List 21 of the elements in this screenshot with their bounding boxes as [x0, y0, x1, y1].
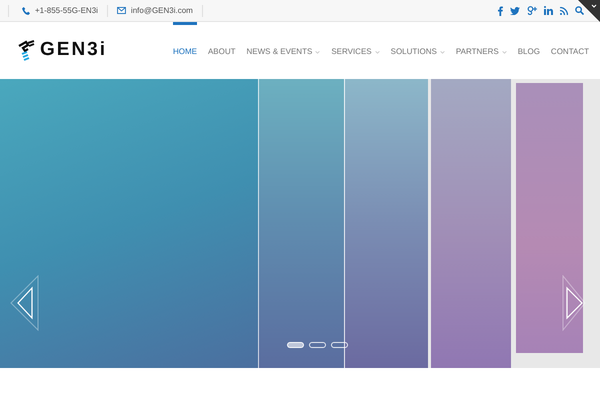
nav-link[interactable]: ABOUT	[208, 22, 236, 79]
nav-link[interactable]: CONTACT	[550, 22, 589, 79]
phone-icon	[22, 6, 30, 14]
next-arrow[interactable]	[562, 275, 586, 331]
linkedin-icon[interactable]	[544, 6, 553, 15]
search-icon[interactable]	[575, 6, 584, 15]
google-plus-icon[interactable]	[527, 6, 537, 15]
nav-link[interactable]: NEWS & EVENTS	[246, 22, 320, 79]
nav-link[interactable]: SERVICES	[331, 22, 380, 79]
nav-link[interactable]: BLOG	[518, 22, 540, 79]
email-link[interactable]: info@GEN3i.com	[130, 4, 193, 16]
previous-arrow[interactable]	[10, 275, 39, 331]
nav-link[interactable]: PARTNERS	[456, 22, 507, 79]
envelope-icon	[116, 7, 126, 14]
facebook-icon[interactable]	[498, 6, 503, 16]
nav-link[interactable]: SOLUTIONS	[390, 22, 445, 79]
logo-text: GEN3i	[40, 38, 108, 62]
phone-number: +1-855-55G-EN3i	[35, 4, 98, 16]
corner-toggle[interactable]	[578, 0, 600, 22]
twitter-icon[interactable]	[510, 6, 520, 14]
rss-icon[interactable]	[560, 6, 568, 14]
